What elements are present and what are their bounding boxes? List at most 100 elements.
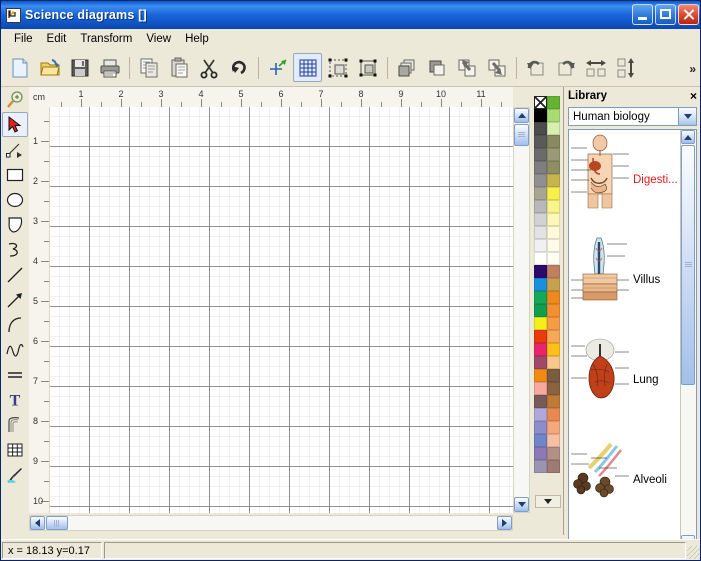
color-swatch[interactable]	[534, 343, 547, 356]
color-swatch[interactable]	[534, 317, 547, 330]
send-to-back-icon[interactable]	[422, 53, 451, 82]
library-item[interactable]: Lung	[569, 330, 681, 430]
hatch-tool[interactable]	[2, 412, 28, 437]
color-swatch[interactable]	[547, 213, 560, 226]
color-swatch[interactable]	[534, 330, 547, 343]
color-swatch[interactable]	[547, 369, 560, 382]
undo-arrow-icon[interactable]	[224, 53, 253, 82]
horizontal-ruler[interactable]: 1 2 3 4 5 6 7 8 9 10 11	[49, 87, 513, 108]
color-swatch[interactable]	[534, 369, 547, 382]
color-swatch[interactable]	[547, 291, 560, 304]
paste-icon[interactable]	[164, 53, 193, 82]
menu-view[interactable]: View	[139, 31, 178, 47]
color-swatch[interactable]	[547, 382, 560, 395]
library-category-select[interactable]: Human biology	[568, 107, 697, 126]
color-swatch[interactable]	[534, 200, 547, 213]
ellipse-tool[interactable]	[2, 187, 28, 212]
color-swatch[interactable]	[534, 187, 547, 200]
snap-to-point-icon[interactable]	[263, 53, 292, 82]
library-scrollbar[interactable]	[680, 130, 696, 560]
eyedropper-tool[interactable]	[2, 462, 28, 487]
palette-scroll-down-button[interactable]	[535, 495, 561, 508]
wave-tool[interactable]	[2, 337, 28, 362]
close-button[interactable]	[678, 4, 699, 25]
color-swatch[interactable]	[547, 304, 560, 317]
scroll-down-button[interactable]	[514, 497, 529, 512]
color-swatch[interactable]	[534, 161, 547, 174]
cut-scissors-icon[interactable]	[194, 53, 223, 82]
library-item[interactable]: Villus	[569, 230, 681, 330]
color-swatch[interactable]	[534, 421, 547, 434]
color-swatch[interactable]	[547, 408, 560, 421]
color-swatch[interactable]	[534, 122, 547, 135]
color-swatch[interactable]	[534, 213, 547, 226]
library-item-list[interactable]: Digesti...VillusLungAlveoliTooth (inc...…	[568, 129, 697, 560]
color-swatch[interactable]	[547, 122, 560, 135]
rotate-right-icon[interactable]	[551, 53, 580, 82]
text-tool[interactable]: T	[2, 387, 28, 412]
color-swatch[interactable]	[547, 252, 560, 265]
show-grid-icon[interactable]	[293, 53, 322, 82]
color-swatch[interactable]	[534, 460, 547, 473]
toolbar-overflow-button[interactable]: »	[689, 63, 696, 75]
color-swatch[interactable]	[547, 187, 560, 200]
color-swatch[interactable]	[547, 239, 560, 252]
color-swatch[interactable]	[547, 200, 560, 213]
color-swatch[interactable]	[534, 395, 547, 408]
closed-curve-tool[interactable]	[2, 237, 28, 262]
chevron-down-icon[interactable]	[678, 108, 696, 125]
drawing-canvas[interactable]	[49, 107, 514, 513]
canvas-hscroll-thumb[interactable]	[46, 516, 68, 530]
scroll-up-button[interactable]	[514, 108, 529, 123]
color-swatch[interactable]	[547, 343, 560, 356]
library-scroll-up-button[interactable]	[681, 130, 695, 144]
menu-help[interactable]: Help	[178, 31, 216, 47]
maximize-button[interactable]	[655, 4, 676, 25]
copy-icon[interactable]	[134, 53, 163, 82]
color-swatch[interactable]	[534, 174, 547, 187]
save-floppy-icon[interactable]	[65, 53, 94, 82]
color-swatch[interactable]	[534, 304, 547, 317]
color-swatch[interactable]	[547, 395, 560, 408]
color-swatch[interactable]	[547, 447, 560, 460]
flip-horizontal-icon[interactable]	[581, 53, 610, 82]
color-swatch[interactable]	[534, 265, 547, 278]
library-scroll-thumb[interactable]	[681, 145, 695, 385]
canvas-vertical-scrollbar[interactable]	[513, 107, 530, 513]
send-backward-icon[interactable]	[482, 53, 511, 82]
color-swatch[interactable]	[534, 447, 547, 460]
color-swatch[interactable]	[547, 96, 560, 109]
arrow-tool[interactable]	[2, 287, 28, 312]
color-swatch[interactable]	[534, 408, 547, 421]
bring-to-front-icon[interactable]	[392, 53, 421, 82]
node-edit-tool[interactable]	[2, 137, 28, 162]
swatch-transparent[interactable]	[534, 96, 547, 109]
menu-transform[interactable]: Transform	[73, 31, 139, 47]
vertical-ruler[interactable]: 1 2 3 4 5 6 7 8 9 10	[29, 107, 50, 513]
table-tool[interactable]	[2, 437, 28, 462]
library-item[interactable]: Digesti...	[569, 130, 681, 230]
bring-forward-icon[interactable]	[452, 53, 481, 82]
scroll-right-button[interactable]	[497, 516, 512, 530]
color-swatch[interactable]	[547, 330, 560, 343]
color-swatch[interactable]	[534, 135, 547, 148]
select-area-icon[interactable]	[323, 53, 352, 82]
color-swatch[interactable]	[534, 252, 547, 265]
minimize-button[interactable]	[632, 4, 653, 25]
group-icon[interactable]	[353, 53, 382, 82]
color-swatch[interactable]	[547, 109, 560, 122]
canvas-vscroll-thumb[interactable]	[514, 124, 529, 146]
color-swatch[interactable]	[534, 356, 547, 369]
line-tool[interactable]	[2, 262, 28, 287]
menu-file[interactable]: File	[7, 31, 40, 47]
color-swatch[interactable]	[547, 460, 560, 473]
select-tool[interactable]	[2, 112, 28, 137]
library-item[interactable]: Alveoli	[569, 430, 681, 530]
color-swatch[interactable]	[547, 135, 560, 148]
library-close-icon[interactable]: ×	[690, 90, 697, 102]
new-document-icon[interactable]	[5, 53, 34, 82]
color-swatch[interactable]	[547, 174, 560, 187]
color-swatch[interactable]	[534, 382, 547, 395]
color-swatch[interactable]	[534, 278, 547, 291]
print-icon[interactable]	[95, 53, 124, 82]
